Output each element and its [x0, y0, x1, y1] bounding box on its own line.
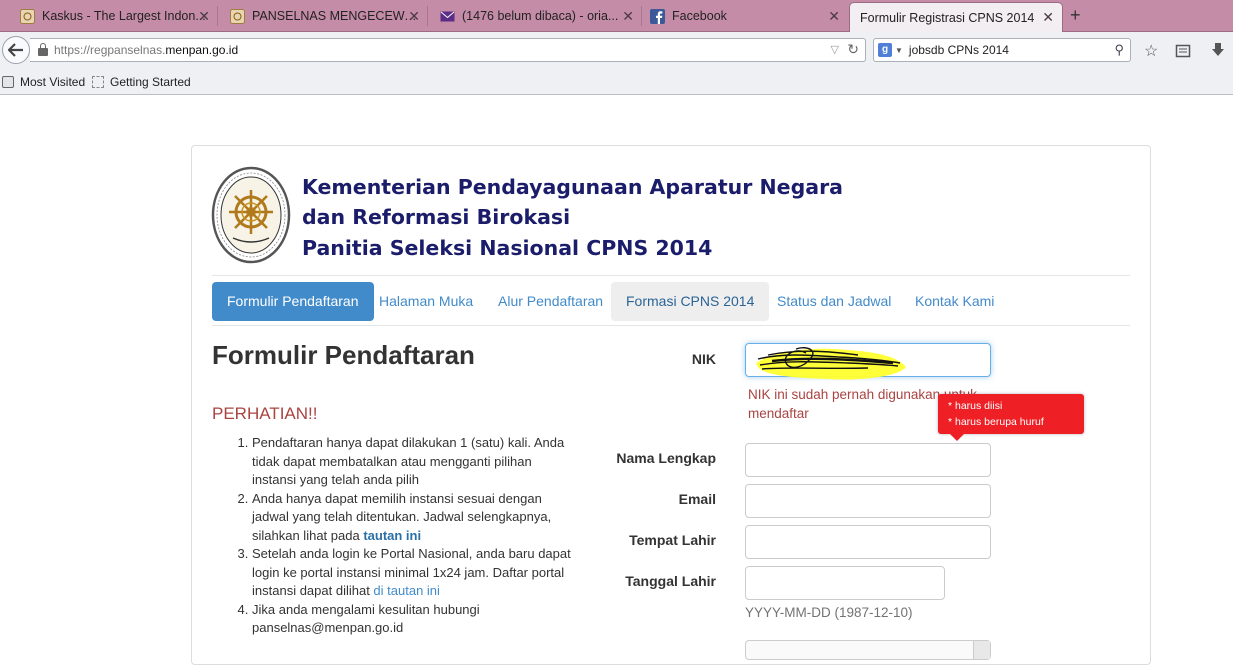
attention-heading: PERHATIAN!!: [212, 404, 318, 423]
close-icon[interactable]: ✕: [1042, 9, 1054, 26]
reload-icon[interactable]: ↻: [847, 41, 859, 58]
nik-label: NIK: [691, 351, 716, 367]
search-input[interactable]: jobsdb CPNs 2014: [909, 43, 1009, 57]
header-committee-name: Panitia Seleksi Nasional CPNS 2014: [302, 236, 713, 260]
divider: [212, 275, 1130, 276]
bookmarks-menu-icon[interactable]: [1175, 42, 1191, 58]
header-ministry-name: Kementerian Pendayagunaan Aparatur Negar…: [302, 175, 844, 199]
yahoo-mail-icon: [440, 11, 455, 22]
tab-title: PANSELNAS MENGECEWA...: [252, 9, 420, 23]
search-icon[interactable]: ⚲: [1114, 42, 1124, 58]
page-title: Formulir Pendaftaran: [212, 340, 475, 370]
tempat-lahir-label: Tempat Lahir: [629, 532, 716, 548]
tanggal-lahir-field[interactable]: [745, 566, 945, 600]
tab-yahoo-mail[interactable]: (1476 belum dibaca) - oria... ✕: [420, 2, 642, 30]
bookmark-getting-started[interactable]: Getting Started: [92, 75, 191, 89]
chevron-down-icon[interactable]: ▼: [895, 46, 903, 55]
tempat-lahir-field[interactable]: [745, 525, 991, 559]
bookmark-label: Most Visited: [20, 75, 86, 89]
address-bar[interactable]: https://regpanselnas. menpan.go.id ▽ ↻: [30, 38, 866, 62]
nama-lengkap-field[interactable]: [745, 443, 991, 477]
validation-tooltip: * harus diisi * harus berupa huruf: [938, 394, 1084, 441]
lock-icon: [38, 43, 48, 56]
page-icon: [92, 76, 104, 88]
nav-formasi-cpns[interactable]: Formasi CPNS 2014: [611, 282, 770, 321]
folder-icon: [2, 76, 14, 88]
nav-status-jadwal[interactable]: Status dan Jadwal: [762, 282, 906, 321]
tab-formulir-registrasi[interactable]: Formulir Registrasi CPNS 2014 ✕: [849, 2, 1063, 32]
close-icon[interactable]: ✕: [828, 8, 840, 25]
kaskus-icon: [20, 9, 35, 24]
nama-lengkap-label: Nama Lengkap: [616, 450, 716, 466]
navigation-toolbar: https://regpanselnas. menpan.go.id ▽ ↻ g …: [0, 32, 1233, 70]
nav-formulir-pendaftaran[interactable]: Formulir Pendaftaran: [212, 282, 374, 321]
divider: [212, 325, 1130, 326]
google-icon[interactable]: g: [878, 43, 892, 57]
schedule-link[interactable]: tautan ini: [363, 528, 421, 543]
search-bar[interactable]: g ▼ jobsdb CPNs 2014 ⚲: [873, 38, 1131, 62]
tab-panselnas[interactable]: PANSELNAS MENGECEWA... ✕: [210, 2, 428, 30]
email-label: Email: [678, 491, 716, 507]
header-ministry-name-cont: dan Reformasi Birokasi: [302, 205, 571, 229]
nav-kontak-kami[interactable]: Kontak Kami: [900, 282, 1009, 321]
download-icon[interactable]: [1210, 42, 1226, 58]
tab-bar: Kaskus - The Largest Indon... ✕ PANSELNA…: [0, 0, 1233, 32]
tab-facebook[interactable]: Facebook ✕: [630, 2, 848, 30]
tab-title: Facebook: [672, 9, 727, 23]
tooltip-line: * harus diisi: [948, 400, 1003, 412]
tab-title: Formulir Registrasi CPNS 2014: [860, 10, 1035, 25]
bookmark-label: Getting Started: [110, 75, 191, 89]
kemenpan-logo: [211, 166, 291, 264]
back-button[interactable]: [2, 36, 30, 64]
tooltip-line: * harus berupa huruf: [948, 416, 1044, 428]
tanggal-lahir-label: Tanggal Lahir: [625, 573, 716, 589]
bookmark-most-visited[interactable]: Most Visited: [2, 75, 85, 89]
kaskus-icon: [230, 9, 245, 24]
email-field[interactable]: [745, 484, 991, 518]
facebook-icon: [650, 9, 665, 24]
next-select-field[interactable]: [745, 640, 991, 660]
tab-kaskus[interactable]: Kaskus - The Largest Indon... ✕: [0, 2, 218, 30]
close-icon[interactable]: ✕: [198, 8, 210, 25]
back-arrow-icon: [8, 43, 23, 57]
dropdown-arrow-icon[interactable]: ▽: [831, 43, 839, 56]
url-prefix: https://regpanselnas.: [54, 43, 166, 57]
close-icon[interactable]: ✕: [408, 8, 420, 25]
tab-title: (1476 belum dibaca) - oria...: [462, 9, 619, 23]
bookmarks-toolbar: Most Visited Getting Started: [0, 70, 1233, 95]
date-format-hint: YYYY-MM-DD (1987-12-10): [745, 605, 913, 620]
nav-halaman-muka[interactable]: Halaman Muka: [364, 282, 488, 321]
tab-title: Kaskus - The Largest Indon...: [42, 9, 206, 23]
note-text: Jika anda mengalami kesulitan hubungi pa…: [252, 601, 480, 636]
bookmark-star-icon[interactable]: ☆: [1144, 41, 1158, 61]
list-item: Jika anda mengalami kesulitan hubungi pa…: [252, 601, 576, 638]
nav-alur-pendaftaran[interactable]: Alur Pendaftaran: [483, 282, 618, 321]
portal-list-link[interactable]: di tautan ini: [373, 583, 440, 598]
redaction-scribble: [756, 347, 906, 380]
url-domain: menpan.go.id: [165, 43, 239, 57]
new-tab-button[interactable]: +: [1070, 5, 1081, 26]
